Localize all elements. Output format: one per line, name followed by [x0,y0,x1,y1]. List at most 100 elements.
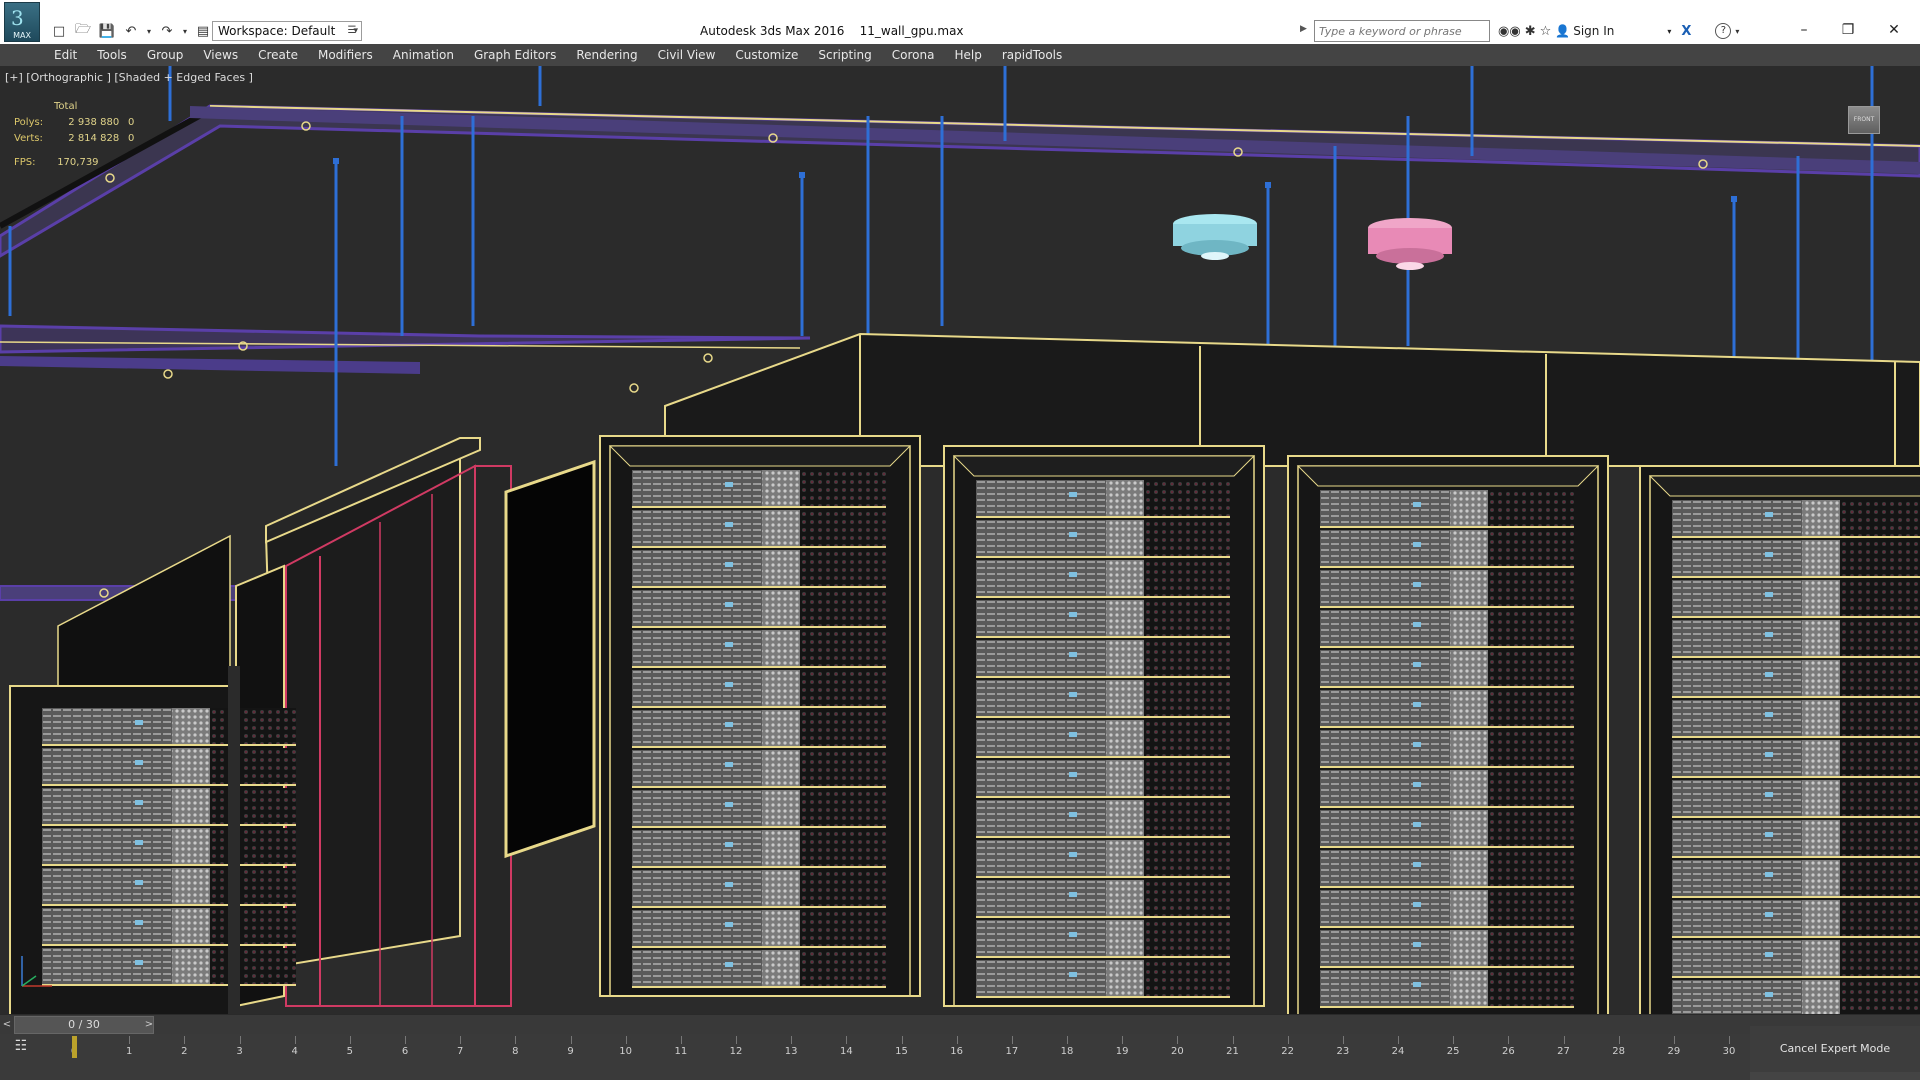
restore-button[interactable]: ❐ [1828,18,1868,42]
search-input[interactable] [1314,20,1490,42]
app-menu-button[interactable]: 3 MAX [4,2,40,42]
frame-tick [349,1036,351,1044]
menu-customize[interactable]: Customize [725,44,808,66]
menu-scripting[interactable]: Scripting [808,44,881,66]
frame-tick-label: 19 [1115,1046,1129,1057]
axis-tripod-icon [21,956,52,987]
current-frame-marker[interactable] [72,1036,77,1058]
menu-corona[interactable]: Corona [882,44,945,66]
stats-total-label: Total [54,101,78,112]
favorites-star-icon[interactable]: ☆ [1540,24,1552,39]
save-file-icon[interactable]: 💾 [96,21,118,41]
frame-tick-label: 6 [401,1046,409,1057]
frame-tick-label: 29 [1667,1046,1681,1057]
binoculars-icon[interactable]: ◉◉ [1498,24,1521,39]
time-slider-prev-icon[interactable]: < [0,1017,14,1033]
frame-tick [294,1036,296,1044]
undo-dropdown-icon[interactable]: ▾ [144,21,154,41]
chevron-down-icon: ▾ [1667,26,1672,36]
frame-tick-label: 22 [1281,1046,1295,1057]
frame-tick [460,1036,462,1044]
frame-tick [1122,1036,1124,1044]
frame-tick [239,1036,241,1044]
frame-tick [1563,1036,1565,1044]
communication-center-icon[interactable]: ✱ [1525,24,1536,39]
menu-graph-editors[interactable]: Graph Editors [464,44,566,66]
status-strip [0,1062,1750,1080]
menu-civil-view[interactable]: Civil View [648,44,726,66]
frame-tick [184,1036,186,1044]
frame-tick [1177,1036,1179,1044]
cancel-expert-mode-button[interactable]: Cancel Expert Mode [1750,1026,1920,1072]
redo-icon[interactable]: ↷ [156,21,178,41]
stats-polys-value: 2 938 880 [68,117,120,128]
menu-animation[interactable]: Animation [383,44,464,66]
frame-tick-label: 13 [784,1046,798,1057]
search-expand-icon[interactable]: ▶ [1300,24,1307,34]
frame-tick [1508,1036,1510,1044]
menu-group[interactable]: Group [137,44,194,66]
app-logo-icon: 3 [11,6,24,30]
frame-tick-label: 18 [1060,1046,1074,1057]
frame-tick-label: 3 [236,1046,243,1057]
frame-ruler[interactable]: 0123456789101112131415161718192021222324… [60,1034,1750,1062]
close-button[interactable]: ✕ [1874,18,1914,42]
frame-tick-label: 8 [512,1046,519,1057]
exchange-apps-icon[interactable]: X [1681,24,1691,39]
menu-create[interactable]: Create [248,44,308,66]
quick-access-toolbar: □ 🗁 💾 ↶ ▾ ↷ ▾ ▤ [48,20,214,42]
title-bar: 3 MAX □ 🗁 💾 ↶ ▾ ↷ ▾ ▤ Workspace: Default… [0,0,1920,45]
frame-tick-label: 7 [456,1046,464,1057]
chevron-down-icon[interactable]: ▾ [1735,27,1739,36]
frame-tick-label: 23 [1336,1046,1350,1057]
window-title: Autodesk 3ds Max 2016 11_wall_gpu.max [700,24,964,38]
help-icon[interactable]: ? [1715,23,1732,39]
menu-views[interactable]: Views [193,44,248,66]
menu-rendering[interactable]: Rendering [566,44,647,66]
viewcube[interactable]: FRONT [1848,106,1880,134]
time-slider[interactable]: < 0 / 30 > [0,1014,1920,1035]
frame-tick [791,1036,793,1044]
frame-tick-label: 24 [1391,1046,1405,1057]
workspace-select[interactable]: Workspace: Default ▾ [212,21,362,41]
redo-dropdown-icon[interactable]: ▾ [180,21,190,41]
menu-tools[interactable]: Tools [87,44,137,66]
frame-tick-label: 5 [346,1046,354,1057]
stats-verts-selected: 0 [128,133,135,144]
frame-tick-label: 27 [1557,1046,1570,1057]
perspective-viewport[interactable]: [+] [Orthographic ] [Shaded + Edged Face… [0,66,1920,1014]
menu-rapidtools[interactable]: rapidTools [992,44,1072,66]
menu-edit[interactable]: Edit [44,44,87,66]
frame-tick [956,1036,958,1044]
frame-tick-label: 11 [674,1046,688,1057]
minimize-button[interactable]: – [1784,18,1824,42]
frame-tick [405,1036,406,1044]
frame-tick-label: 4 [291,1046,298,1057]
open-file-icon[interactable]: 🗁 [72,21,94,41]
undo-icon[interactable]: ↶ [120,21,142,41]
sign-in-label: Sign In [1573,24,1615,38]
frame-tick-label: 14 [839,1046,853,1057]
menu-help[interactable]: Help [944,44,991,66]
frame-tick-label: 21 [1226,1046,1239,1057]
mini-curve-editor-icon[interactable]: ☷ [8,1038,34,1058]
time-slider-handle[interactable]: 0 / 30 [14,1016,154,1034]
stats-fps-label: FPS: [14,157,36,168]
frame-tick [570,1036,572,1044]
frame-tick [1342,1036,1344,1044]
menu-modifiers[interactable]: Modifiers [308,44,383,66]
project-folder-icon[interactable]: ▤ [192,21,214,41]
viewport-statistics: Total Polys: 2 938 880 0 Verts: 2 814 82… [14,99,134,171]
frame-tick-label: 1 [125,1046,133,1057]
stats-polys-label: Polys: [14,117,44,128]
workspace-menu-icon[interactable]: ☰ [344,21,360,41]
time-slider-next-icon[interactable]: > [142,1017,156,1033]
sign-in-button[interactable]: 👤 Sign In ▾ [1555,24,1671,38]
frame-tick [1287,1036,1289,1044]
viewport-label[interactable]: [+] [Orthographic ] [Shaded + Edged Face… [5,71,253,84]
new-file-icon[interactable]: □ [48,21,70,41]
scene-wireframe [0,66,1920,1014]
frame-tick [1618,1036,1620,1044]
frame-tick [625,1036,627,1044]
stats-verts-value: 2 814 828 [68,133,120,144]
